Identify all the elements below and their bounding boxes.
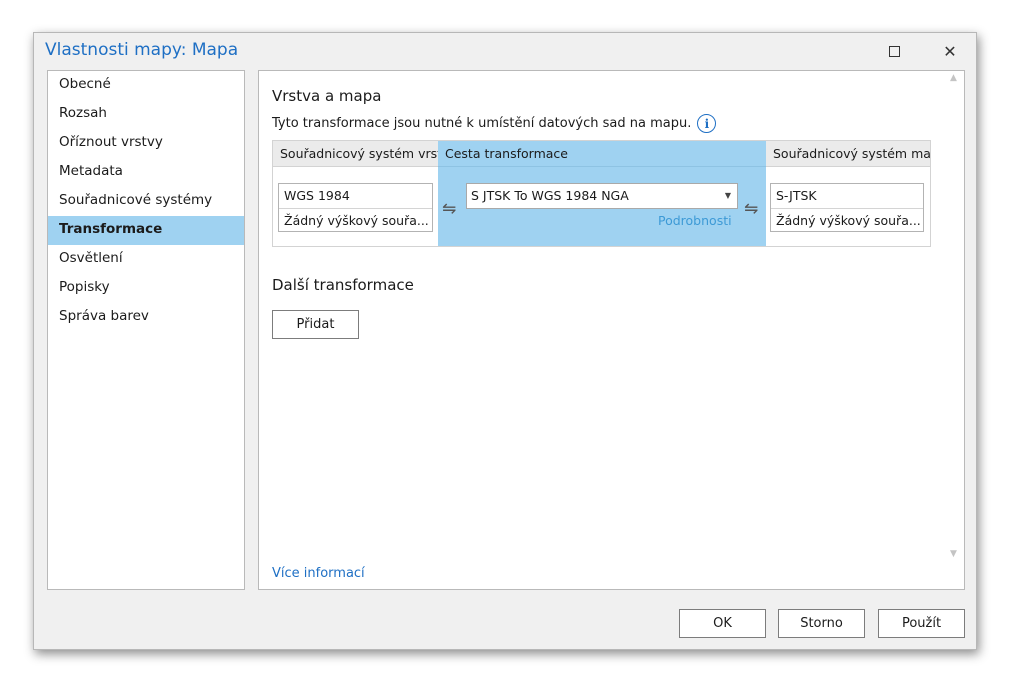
section-title-additional-transformations: Další transformace [272,276,414,294]
add-button[interactable]: Přidat [272,310,359,339]
swap-arrows-icon: ⇋ [442,199,457,219]
map-properties-dialog: Vlastnosti mapy: Mapa ✕ Obecné Rozsah Oř… [33,32,977,650]
transformation-table: Souřadnicový systém vrstvy WGS 1984 Žádn… [272,140,931,247]
close-button[interactable]: ✕ [936,39,964,63]
cancel-button[interactable]: Storno [778,609,865,638]
sidebar-item-extent[interactable]: Rozsah [48,100,244,129]
details-link[interactable]: Podrobnosti [658,213,732,228]
maximize-button[interactable] [880,39,908,63]
layer-crs-column: Souřadnicový systém vrstvy WGS 1984 Žádn… [273,141,438,246]
sidebar-item-labels[interactable]: Popisky [48,274,244,303]
layer-crs-box: WGS 1984 Žádný výškový souřa... [278,183,433,232]
sidebar-item-illumination[interactable]: Osvětlení [48,245,244,274]
sidebar-item-color-management[interactable]: Správa barev [48,303,244,332]
layer-vertical-crs: Žádný výškový souřa... [279,208,432,232]
sidebar-item-metadata[interactable]: Metadata [48,158,244,187]
scroll-up-icon[interactable]: ▲ [950,73,957,83]
section-title-layer-and-map: Vrstva a mapa [272,87,382,105]
transformation-path-header: Cesta transformace [438,141,766,167]
transformation-path-value: S JTSK To WGS 1984 NGA [471,188,629,203]
vertical-scrollbar[interactable]: ▲ ▼ [946,71,964,589]
scroll-down-icon[interactable]: ▼ [950,549,957,559]
map-vertical-crs: Žádný výškový souřa... [771,208,923,232]
description-text: Tyto transformace jsou nutné k umístění … [272,116,692,131]
close-icon: ✕ [943,41,957,61]
ok-button[interactable]: OK [679,609,766,638]
section-description: Tyto transformace jsou nutné k umístění … [272,114,717,133]
map-crs-column: Souřadnicový systém mapy S-JTSK Žádný vý… [766,141,930,246]
sidebar-item-general[interactable]: Obecné [48,71,244,100]
swap-arrows-icon: ⇋ [744,199,759,219]
sidebar: Obecné Rozsah Oříznout vrstvy Metadata S… [47,70,245,590]
layer-horizontal-crs: WGS 1984 [284,188,350,203]
dropdown-caret-icon[interactable]: ▼ [725,184,731,208]
maximize-icon [888,45,900,57]
transformation-path-column: Cesta transformace ⇋ S JTSK To WGS 1984 … [438,141,766,246]
layer-crs-header: Souřadnicový systém vrstvy [273,141,438,167]
sidebar-item-transformation[interactable]: Transformace [48,216,244,245]
info-icon[interactable]: i [697,114,717,133]
transformation-path-select[interactable]: S JTSK To WGS 1984 NGA ▼ [466,183,738,209]
sidebar-item-clip-layers[interactable]: Oříznout vrstvy [48,129,244,158]
map-crs-box: S-JTSK Žádný výškový souřa... [770,183,924,232]
content-panel: ▲ ▼ Vrstva a mapa Tyto transformace jsou… [258,70,965,590]
title-bar: Vlastnosti mapy: Mapa ✕ [34,33,976,69]
map-horizontal-crs: S-JTSK [776,188,817,203]
more-info-link[interactable]: Více informací [272,566,365,581]
sidebar-item-coordinate-systems[interactable]: Souřadnicové systémy [48,187,244,216]
apply-button[interactable]: Použít [878,609,965,638]
map-crs-header: Souřadnicový systém mapy [766,141,930,167]
dialog-title: Vlastnosti mapy: Mapa [45,40,239,60]
